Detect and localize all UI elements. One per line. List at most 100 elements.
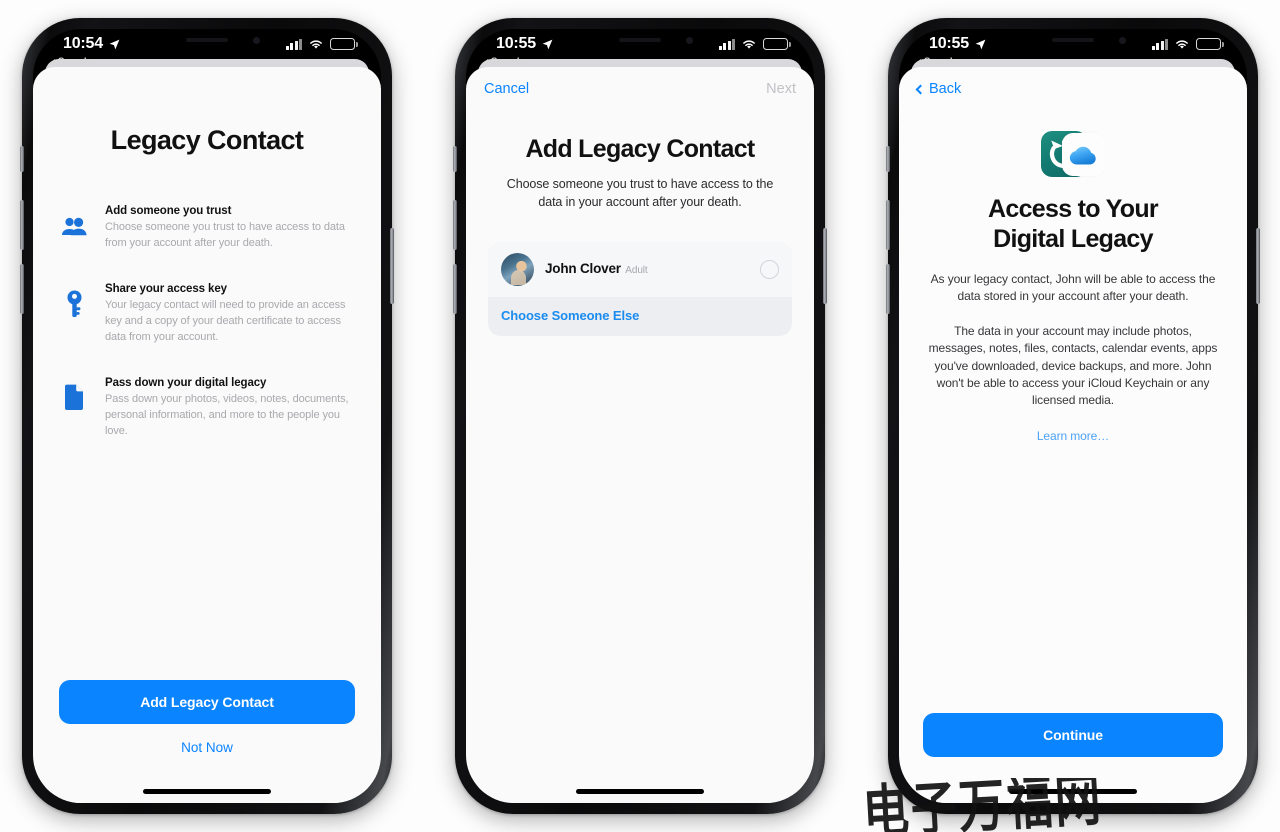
- power-button[interactable]: [823, 228, 827, 304]
- cellular-signal-icon: [718, 38, 735, 50]
- page-title-line1: Access to Your: [988, 195, 1159, 223]
- contact-card: John Clover Adult Choose Someone Else: [488, 241, 792, 336]
- location-arrow-icon: [109, 39, 120, 49]
- battery-icon: [1196, 38, 1224, 50]
- page-subtitle: Choose someone you trust to have access …: [506, 177, 774, 209]
- status-time-group: 10:54: [63, 35, 121, 53]
- chevron-left-icon: [915, 84, 926, 94]
- add-contact-body: Add Legacy Contact Choose someone you tr…: [466, 111, 814, 803]
- mute-switch[interactable]: [20, 146, 24, 172]
- contact-name: John Clover: [545, 261, 621, 276]
- front-camera: [686, 37, 693, 44]
- phone-screen-1: 10:54 Search Legacy Contact Add someone …: [33, 29, 381, 803]
- intro-footer: Add Legacy Contact Not Now: [33, 680, 381, 803]
- volume-up-button[interactable]: [453, 200, 457, 250]
- cancel-button[interactable]: Cancel: [484, 81, 529, 97]
- back-button[interactable]: Back: [915, 81, 962, 97]
- volume-up-button[interactable]: [886, 200, 890, 250]
- phone-mockup-3: 10:55 Search Back Access to Your Digital…: [886, 18, 1260, 814]
- location-arrow-icon: [542, 39, 553, 49]
- key-icon: [59, 282, 89, 317]
- notch-3: [998, 29, 1148, 55]
- feature-heading: Pass down your digital legacy: [105, 376, 267, 389]
- earpiece-speaker: [619, 38, 661, 42]
- phone-mockup-1: 10:54 Search Legacy Contact Add someone …: [20, 18, 394, 814]
- contact-avatar: [501, 252, 534, 286]
- status-time-group: 10:55: [496, 35, 554, 53]
- digital-legacy-sheet: Back Access to Your Digital Legacy As yo…: [899, 67, 1247, 803]
- notch-2: [565, 29, 715, 55]
- feature-heading: Add someone you trust: [105, 205, 232, 217]
- icloud-cloud-box: [1062, 133, 1105, 176]
- cloud-icon: [1069, 146, 1096, 164]
- page-title: Add Legacy Contact: [525, 135, 755, 163]
- home-indicator-2[interactable]: [576, 789, 704, 794]
- continue-button[interactable]: Continue: [923, 713, 1223, 757]
- legacy-paragraph-2: The data in your account may include pho…: [928, 323, 1218, 408]
- status-indicators-2: [718, 38, 791, 50]
- phone-mockup-2: 10:55 Search Cancel Next Add Legacy Cont…: [453, 18, 827, 814]
- contact-row[interactable]: John Clover Adult: [488, 241, 792, 297]
- radio-unselected-icon[interactable]: [760, 259, 779, 279]
- earpiece-speaker: [1052, 38, 1094, 42]
- add-legacy-contact-sheet: Cancel Next Add Legacy Contact Choose so…: [466, 67, 814, 803]
- earpiece-speaker: [186, 38, 228, 42]
- feature-text-trust: Add someone you trust Choose someone you…: [105, 204, 355, 252]
- wifi-icon: [743, 40, 755, 49]
- feature-item-trust: Add someone you trust Choose someone you…: [59, 204, 355, 252]
- status-time: 10:55: [929, 35, 969, 52]
- feature-item-access-key: Share your access key Your legacy contac…: [59, 282, 355, 346]
- feature-text-access-key: Share your access key Your legacy contac…: [105, 282, 355, 346]
- two-people-icon: [59, 204, 89, 238]
- icloud-restore-icon: [1041, 131, 1105, 177]
- back-button-label: Back: [929, 81, 962, 97]
- document-icon: [59, 376, 89, 411]
- digital-legacy-body: Access to Your Digital Legacy As your le…: [899, 111, 1247, 713]
- add-legacy-contact-button[interactable]: Add Legacy Contact: [59, 680, 355, 724]
- notch-1: [132, 29, 282, 55]
- feature-heading: Share your access key: [105, 282, 227, 295]
- learn-more-link[interactable]: Learn more…: [1037, 429, 1109, 443]
- volume-down-button[interactable]: [20, 264, 24, 314]
- feature-item-digital-legacy: Pass down your digital legacy Pass down …: [59, 376, 355, 440]
- cellular-signal-icon: [1151, 38, 1168, 50]
- page-title-line2: Digital Legacy: [993, 224, 1153, 253]
- page-title: Access to Your Digital Legacy: [988, 195, 1159, 254]
- feature-list: Add someone you trust Choose someone you…: [59, 204, 355, 440]
- mute-switch[interactable]: [453, 146, 457, 172]
- home-indicator-3[interactable]: [1009, 789, 1137, 794]
- feature-body: Choose someone you trust to have access …: [105, 221, 345, 249]
- mute-switch[interactable]: [886, 146, 890, 172]
- cellular-signal-icon: [285, 38, 302, 50]
- phone-screen-3: 10:55 Search Back Access to Your Digital…: [899, 29, 1247, 803]
- feature-body: Pass down your photos, videos, notes, do…: [105, 392, 349, 437]
- legacy-paragraph-1: As your legacy contact, John will be abl…: [930, 272, 1216, 304]
- legacy-contact-intro-sheet: Legacy Contact Add someone you trust Cho…: [33, 67, 381, 803]
- contact-info: John Clover Adult: [545, 260, 749, 278]
- nav-bar-3: Back: [899, 67, 1247, 111]
- status-time-group: 10:55: [929, 35, 987, 53]
- volume-down-button[interactable]: [453, 264, 457, 314]
- battery-icon: [763, 38, 791, 50]
- volume-up-button[interactable]: [20, 200, 24, 250]
- feature-text-digital-legacy: Pass down your digital legacy Pass down …: [105, 376, 355, 440]
- front-camera: [1119, 37, 1126, 44]
- next-button[interactable]: Next: [766, 81, 796, 97]
- contact-subtitle: Adult: [625, 265, 648, 276]
- power-button[interactable]: [1256, 228, 1260, 304]
- status-time: 10:54: [63, 35, 103, 52]
- power-button[interactable]: [390, 228, 394, 304]
- wifi-icon: [1176, 40, 1188, 49]
- choose-someone-else-button[interactable]: Choose Someone Else: [488, 297, 792, 336]
- intro-body: Legacy Contact Add someone you trust Cho…: [33, 67, 381, 680]
- feature-body: Your legacy contact will need to provide…: [105, 298, 346, 343]
- home-indicator-1[interactable]: [143, 789, 271, 794]
- nav-bar-2: Cancel Next: [466, 67, 814, 111]
- status-time: 10:55: [496, 35, 536, 52]
- page-title: Legacy Contact: [110, 125, 304, 155]
- not-now-button[interactable]: Not Now: [59, 740, 355, 755]
- wifi-icon: [310, 40, 322, 49]
- volume-down-button[interactable]: [886, 264, 890, 314]
- status-indicators-1: [285, 38, 358, 50]
- status-indicators-3: [1151, 38, 1224, 50]
